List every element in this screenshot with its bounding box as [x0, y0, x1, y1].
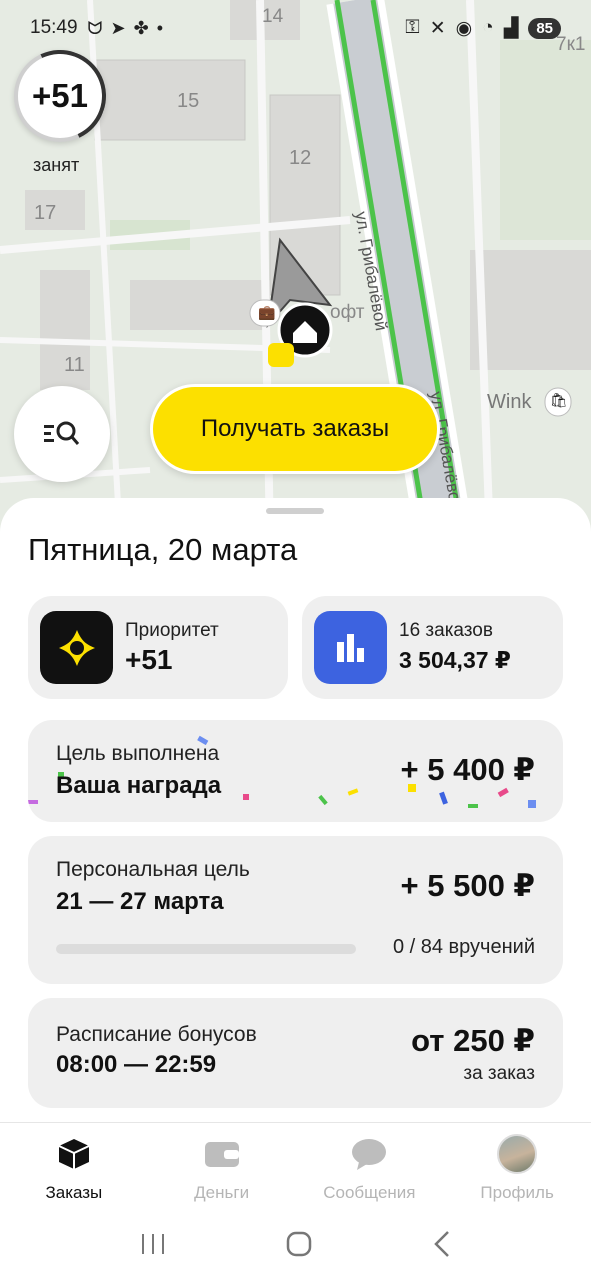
bonus-amount: от 250 ₽: [411, 1023, 535, 1058]
orders-tile[interactable]: 16 заказов 3 504,37 ₽: [302, 596, 563, 699]
nav-money[interactable]: Деньги: [148, 1123, 296, 1208]
nav-messages[interactable]: Сообщения: [296, 1123, 444, 1208]
system-navigation-bar: [0, 1208, 591, 1280]
order-search-button[interactable]: [14, 386, 110, 482]
nav-orders[interactable]: Заказы: [0, 1123, 148, 1208]
briefcase-icon: 💼: [258, 304, 276, 320]
house-number: 12: [289, 147, 312, 169]
orders-earnings-value: 3 504,37 ₽: [399, 647, 511, 673]
recent-apps-icon[interactable]: [139, 1232, 167, 1256]
avatar: [497, 1134, 538, 1174]
status-bar: 15:49 ᗢ ➤ ✤ • ⚿ ✕ ◉ ◔ ▟ 85: [0, 0, 591, 56]
goal-progress-bar: [56, 944, 356, 954]
date-title: Пятница, 20 марта: [28, 532, 298, 567]
driver-status-label: занят: [33, 155, 80, 175]
wifi-icon: ◔: [482, 17, 494, 38]
back-icon[interactable]: [432, 1230, 452, 1258]
bonus-schedule-card[interactable]: Расписание бонусов 08:00 — 22:59 от 250 …: [28, 998, 563, 1108]
poi-label: офт: [330, 302, 365, 323]
bonus-hours: 08:00 — 22:59: [56, 1051, 217, 1078]
notification-icons: ᗢ ➤ ✤ •: [88, 18, 163, 39]
priority-value: +51: [125, 644, 173, 675]
home-icon[interactable]: [285, 1230, 313, 1258]
house-number: 17: [34, 202, 57, 224]
goal-status-label: Цель выполнена: [56, 742, 220, 765]
dot-icon: •: [156, 17, 163, 38]
reward-amount: + 5 400 ₽: [400, 752, 535, 787]
personal-goal-dates: 21 — 27 марта: [56, 888, 224, 915]
location-icon: ◉: [455, 17, 473, 39]
search-list-icon: [44, 421, 80, 445]
bar-chart-icon: [314, 611, 387, 684]
battery-indicator: 85: [528, 17, 561, 39]
orders-count-label: 16 заказов: [399, 620, 493, 641]
signal-icon: ▟: [503, 17, 519, 39]
clover-icon: ✤: [133, 17, 149, 38]
goal-completed-card[interactable]: Цель выполнена Ваша награда + 5 400 ₽: [28, 720, 563, 822]
bottom-navigation: Заказы Деньги Сообщения Профиль: [0, 1122, 591, 1208]
nav-label: Профиль: [480, 1183, 554, 1202]
priority-label: Приоритет: [125, 620, 219, 641]
bottom-sheet: Пятница, 20 марта Приоритет +51 16 заказ…: [0, 498, 591, 1122]
goal-progress-text: 0 / 84 вручений: [392, 936, 535, 958]
house-number: 11: [64, 354, 85, 376]
priority-icon: [40, 611, 113, 684]
key-icon: ⚿: [405, 17, 420, 38]
status-time: 15:49: [30, 17, 78, 38]
box-icon: [57, 1135, 91, 1173]
telegram-icon: ➤: [110, 17, 126, 38]
notification-app-icon: ᗢ: [87, 17, 103, 38]
personal-goal-label: Персональная цель: [56, 858, 250, 881]
shopping-bag-icon: 🛍: [550, 392, 568, 408]
bonus-schedule-label: Расписание бонусов: [56, 1023, 257, 1046]
reward-title: Ваша награда: [56, 772, 222, 799]
priority-tile[interactable]: Приоритет +51: [28, 596, 288, 699]
get-orders-button[interactable]: Получать заказы: [150, 384, 440, 474]
sheet-handle[interactable]: [266, 508, 324, 514]
chat-icon: [351, 1135, 387, 1173]
mute-icon: ✕: [429, 17, 446, 39]
nav-label: Деньги: [194, 1183, 250, 1202]
bonus-unit: за заказ: [463, 1063, 535, 1084]
priority-badge[interactable]: +51: [14, 50, 106, 142]
house-number: 15: [177, 90, 200, 112]
wallet-icon: [204, 1135, 240, 1173]
nav-label: Сообщения: [323, 1183, 416, 1202]
personal-goal-amount: + 5 500 ₽: [400, 868, 535, 903]
nav-label: Заказы: [45, 1183, 103, 1202]
poi-label: Wink: [487, 391, 532, 413]
personal-goal-card[interactable]: Персональная цель 21 — 27 марта + 5 500 …: [28, 836, 563, 984]
nav-profile[interactable]: Профиль: [443, 1123, 591, 1208]
